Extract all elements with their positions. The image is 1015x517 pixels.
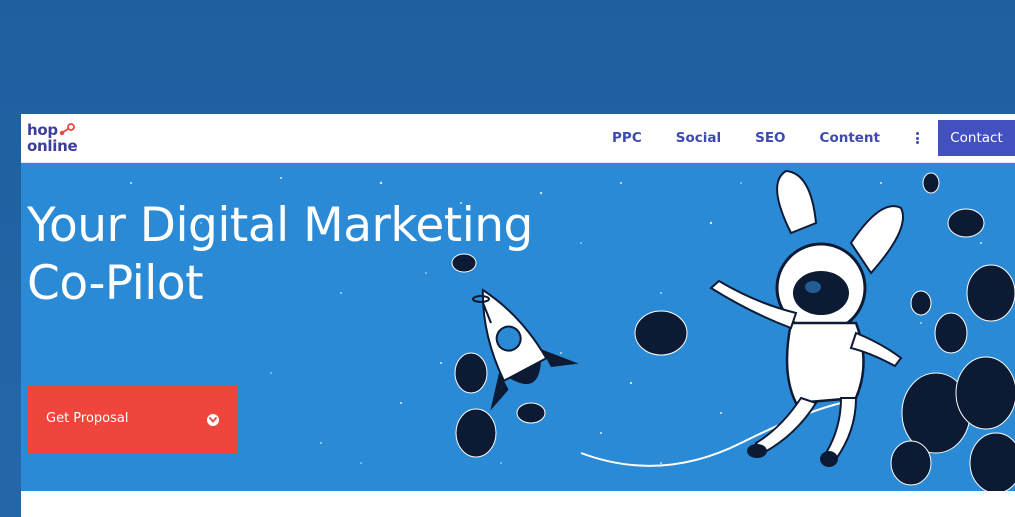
hero-heading-line-2: Co-Pilot (27, 256, 204, 311)
hero-heading-line-1: Your Digital Marketing (27, 198, 533, 253)
contact-button[interactable]: Contact (938, 120, 1015, 156)
chevron-down-circle-icon (207, 414, 219, 426)
nav-item-seo[interactable]: SEO (755, 130, 785, 146)
hero-heading: Your Digital Marketing Co-Pilot (27, 197, 687, 313)
hop-online-logo[interactable]: hop online (27, 121, 87, 157)
hero-banner: Your Digital Marketing Co-Pilot Get Prop… (21, 163, 1015, 491)
logo-link-mark-icon (59, 123, 75, 136)
logo-text-online: online (27, 137, 78, 155)
get-proposal-label: Get Proposal (46, 411, 129, 426)
get-proposal-button[interactable]: Get Proposal (28, 385, 237, 454)
vertical-ellipsis-icon[interactable] (914, 130, 920, 146)
nav-item-ppc[interactable]: PPC (612, 130, 642, 146)
nav-item-content[interactable]: Content (820, 130, 880, 146)
site-header: hop online PPC Social SEO Content Contac… (21, 114, 1015, 163)
logo-text-hop: hop (27, 121, 58, 139)
nav-item-social[interactable]: Social (676, 130, 721, 146)
browser-page: hop online PPC Social SEO Content Contac… (21, 114, 1015, 517)
main-nav: PPC Social SEO Content Contact (612, 114, 1015, 162)
